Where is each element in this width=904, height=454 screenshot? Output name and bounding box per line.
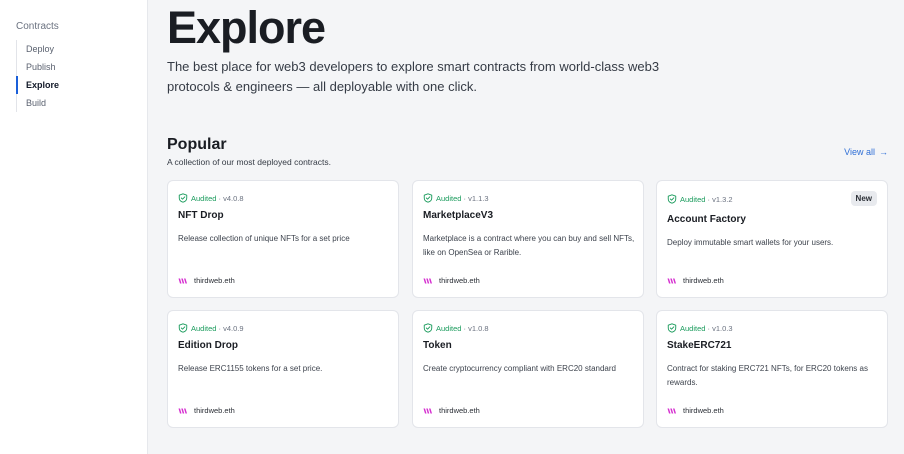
contract-card[interactable]: Audited · v4.0.9 Edition Drop Release ER… <box>167 310 399 428</box>
sidebar: Contracts Deploy Publish Explore Build <box>0 0 148 454</box>
card-author[interactable]: thirdweb.eth <box>667 276 724 285</box>
card-title: StakeERC721 <box>667 340 732 351</box>
card-author[interactable]: thirdweb.eth <box>178 406 235 415</box>
contract-card[interactable]: Audited · v4.0.8 NFT Drop Release collec… <box>167 180 399 298</box>
version-label: · v1.1.3 <box>463 193 489 203</box>
card-title: Token <box>423 340 452 351</box>
sidebar-list: Deploy Publish Explore Build <box>16 40 59 112</box>
thirdweb-logo-icon <box>667 408 676 413</box>
thirdweb-logo-icon <box>423 278 432 283</box>
thirdweb-logo-icon <box>178 278 187 283</box>
contract-card[interactable]: Audited · v1.0.8 Token Create cryptocurr… <box>412 310 644 428</box>
author-name: thirdweb.eth <box>194 276 235 285</box>
shield-check-icon <box>423 193 433 203</box>
card-title: MarketplaceV3 <box>423 210 494 221</box>
version-label: · v1.3.2 <box>707 194 733 204</box>
author-name: thirdweb.eth <box>194 406 235 415</box>
author-name: thirdweb.eth <box>439 276 480 285</box>
page-title: Explore <box>167 2 326 53</box>
section-subtitle: A collection of our most deployed contra… <box>167 157 331 167</box>
page-description: The best place for web3 developers to ex… <box>167 59 660 94</box>
view-all-label: View all <box>844 147 875 157</box>
view-all-link[interactable]: View all → <box>844 147 888 157</box>
author-name: thirdweb.eth <box>683 406 724 415</box>
card-description: Marketplace is a contract where you can … <box>423 234 635 257</box>
card-description: Deploy immutable smart wallets for your … <box>667 238 834 247</box>
card-meta: Audited · v1.0.3 <box>667 323 733 333</box>
contract-card[interactable]: Audited · v1.0.3 StakeERC721 Contract fo… <box>656 310 888 428</box>
audited-label: Audited <box>680 323 706 333</box>
audited-label: Audited <box>191 323 217 333</box>
card-author[interactable]: thirdweb.eth <box>423 406 480 415</box>
shield-check-icon <box>423 323 433 333</box>
contract-card[interactable]: Audited · v1.1.3 MarketplaceV3 Marketpla… <box>412 180 644 298</box>
audited-label: Audited <box>436 193 462 203</box>
card-description: Contract for staking ERC721 NFTs, for ER… <box>667 364 868 387</box>
card-meta: Audited · v1.0.8 <box>423 323 489 333</box>
version-label: · v1.0.3 <box>707 323 733 333</box>
audited-label: Audited <box>680 194 706 204</box>
section-title: Popular <box>167 136 227 153</box>
shield-check-icon <box>178 323 188 333</box>
audited-label: Audited <box>436 323 462 333</box>
sidebar-heading: Contracts <box>16 21 59 32</box>
contract-card[interactable]: Audited · v1.3.2 Account Factory Deploy … <box>656 180 888 298</box>
card-title: Edition Drop <box>178 340 238 351</box>
version-label: · v1.0.8 <box>463 323 489 333</box>
thirdweb-logo-icon <box>423 408 432 413</box>
version-label: · v4.0.9 <box>218 323 244 333</box>
new-badge: New <box>850 191 877 206</box>
sidebar-item-deploy[interactable]: Deploy <box>16 40 59 58</box>
version-label: · v4.0.8 <box>218 193 244 203</box>
card-description: Release collection of unique NFTs for a … <box>178 234 350 243</box>
sidebar-item-build[interactable]: Build <box>16 94 59 112</box>
card-author[interactable]: thirdweb.eth <box>423 276 480 285</box>
shield-check-icon <box>178 193 188 203</box>
sidebar-item-publish[interactable]: Publish <box>16 58 59 76</box>
arrow-right-icon: → <box>879 147 888 157</box>
thirdweb-logo-icon <box>667 278 676 283</box>
card-author[interactable]: thirdweb.eth <box>178 276 235 285</box>
author-name: thirdweb.eth <box>683 276 724 285</box>
card-meta: Audited · v1.3.2 <box>667 194 733 204</box>
card-meta: Audited · v4.0.9 <box>178 323 244 333</box>
card-meta: Audited · v1.1.3 <box>423 193 489 203</box>
shield-check-icon <box>667 323 677 333</box>
author-name: thirdweb.eth <box>439 406 480 415</box>
card-meta: Audited · v4.0.8 <box>178 193 244 203</box>
card-title: NFT Drop <box>178 210 224 221</box>
shield-check-icon <box>667 194 677 204</box>
thirdweb-logo-icon <box>178 408 187 413</box>
card-title: Account Factory <box>667 214 746 225</box>
card-author[interactable]: thirdweb.eth <box>667 406 724 415</box>
sidebar-item-explore[interactable]: Explore <box>16 76 59 94</box>
card-description: Create cryptocurrency compliant with ERC… <box>423 364 616 373</box>
audited-label: Audited <box>191 193 217 203</box>
card-description: Release ERC1155 tokens for a set price. <box>178 364 323 373</box>
